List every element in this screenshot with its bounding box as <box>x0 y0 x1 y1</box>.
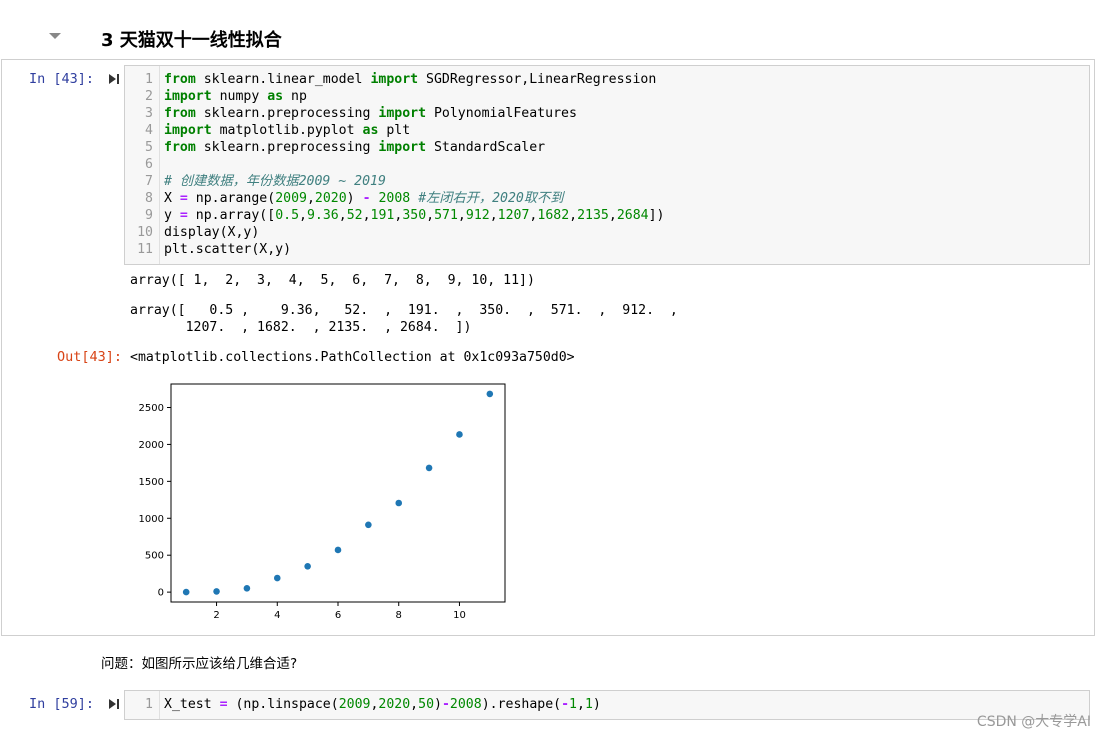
code-line[interactable]: y = np.array([0.5,9.36,52,191,350,571,91… <box>164 207 664 224</box>
y-tick-label: 2000 <box>139 440 164 451</box>
scatter-point <box>182 588 190 596</box>
line-number: 8 <box>145 191 153 206</box>
line-number: 1 <box>145 72 153 87</box>
y-tick-label: 0 <box>158 588 164 599</box>
line-number: 4 <box>145 123 153 138</box>
run-cell-icon[interactable] <box>108 73 120 85</box>
x-tick-label: 2 <box>213 610 219 621</box>
y-tick-label: 1500 <box>139 477 164 488</box>
line-number: 10 <box>137 225 153 240</box>
scatter-point <box>334 546 342 554</box>
section-heading: 3 天猫双十一线性拟合 <box>101 30 282 51</box>
collapse-caret-icon[interactable] <box>49 33 61 39</box>
line-number: 3 <box>145 106 153 121</box>
out-prompt-43: Out[43]: <box>57 349 123 365</box>
line-number: 7 <box>145 174 153 189</box>
output-array-x: array([ 1, 2, 3, 4, 5, 6, 7, 8, 9, 10, 1… <box>130 273 535 288</box>
y-tick-label: 1000 <box>139 514 164 525</box>
output-pathcollection: <matplotlib.collections.PathCollection a… <box>130 350 575 365</box>
y-tick-label: 2500 <box>139 403 164 414</box>
line-number: 5 <box>145 140 153 155</box>
heading-row: 3 天猫双十一线性拟合 <box>0 18 1101 58</box>
code-line[interactable]: X = np.arange(2009,2020) - 2008 #左闭右开，20… <box>164 190 563 207</box>
line-number: 2 <box>145 89 153 104</box>
code-line[interactable]: import matplotlib.pyplot as plt <box>164 122 410 139</box>
x-tick-label: 8 <box>396 610 402 621</box>
scatter-point <box>456 431 463 438</box>
scatter-point <box>425 464 433 472</box>
line-number: 6 <box>145 157 153 172</box>
x-tick-label: 6 <box>335 610 341 621</box>
code-line[interactable]: from sklearn.linear_model import SGDRegr… <box>164 71 656 88</box>
plot-frame <box>170 383 506 603</box>
scatter-plot: 2 4 6 8 10 0 500 1000 1500 2000 2500 <box>139 383 506 621</box>
code-line[interactable]: # 创建数据，年份数据2009 ~ 2019 <box>164 173 386 190</box>
watermark: CSDN @大专学AI <box>976 714 1091 730</box>
output-array-y: array([ 0.5 , 9.36, 52. , 191. , 350. , … <box>130 303 678 335</box>
scatter-point <box>365 521 372 529</box>
scatter-point <box>243 584 251 592</box>
markdown-question: 问题：如图所示应该给几维合适? <box>101 656 298 672</box>
scatter-point <box>486 390 494 398</box>
code-line[interactable]: from sklearn.preprocessing import Standa… <box>164 139 545 156</box>
x-tick-label: 4 <box>274 610 280 621</box>
code-line[interactable]: plt.scatter(X,y) <box>164 241 291 258</box>
scatter-point <box>273 574 281 582</box>
in-prompt-59: In [59]: <box>29 696 95 712</box>
code-line[interactable]: import numpy as np <box>164 88 307 105</box>
scatter-point <box>395 499 403 507</box>
run-cell-icon[interactable] <box>108 698 120 710</box>
x-tick-label: 10 <box>453 610 466 621</box>
code-line[interactable]: from sklearn.preprocessing import Polyno… <box>164 105 577 122</box>
code-line[interactable]: display(X,y) <box>164 224 259 241</box>
line-number: 1 <box>145 697 153 712</box>
code-editor-cell-59[interactable]: 1 X_test = (np.linspace(2009,2020,50)-200… <box>124 690 1090 720</box>
scatter-point <box>213 588 220 595</box>
y-tick-label: 500 <box>145 551 164 562</box>
scatter-point <box>304 562 311 570</box>
code-line[interactable]: X_test = (np.linspace(2009,2020,50)-2008… <box>164 696 601 713</box>
code-editor-cell-43[interactable]: 1 from sklearn.linear_model import SGDReg… <box>124 65 1090 265</box>
line-number: 9 <box>145 208 153 223</box>
line-number: 11 <box>137 242 153 257</box>
in-prompt-43: In [43]: <box>29 71 95 87</box>
